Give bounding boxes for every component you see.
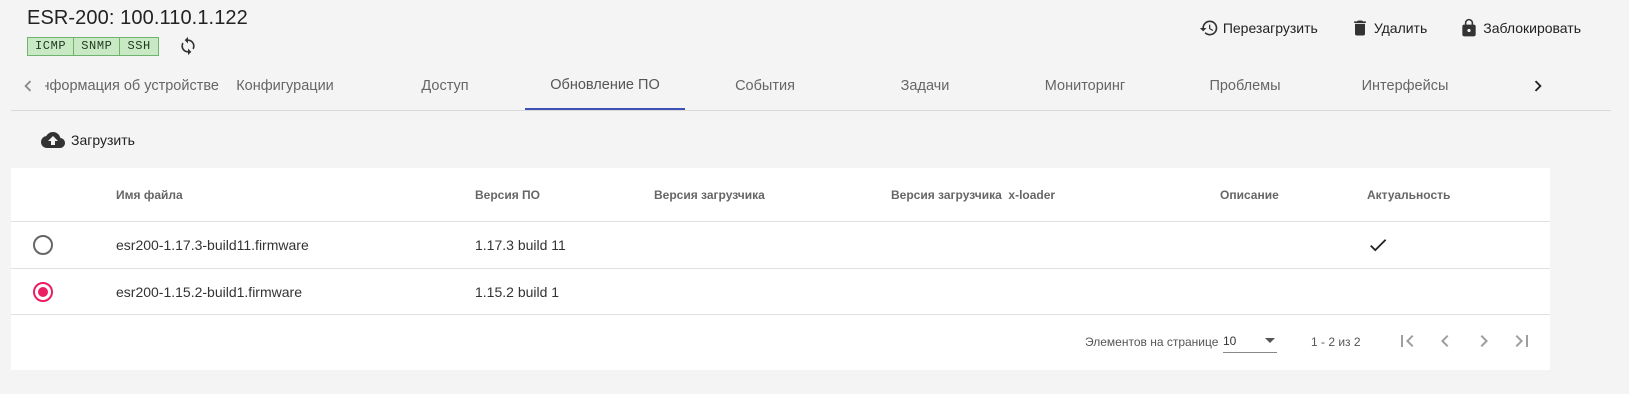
column-header-file[interactable]: Имя файла	[116, 168, 183, 221]
cell-file: esr200-1.15.2-build1.firmware	[116, 283, 302, 300]
chevron-right-icon	[1480, 335, 1488, 347]
tab-access[interactable]: Доступ	[365, 62, 525, 110]
protocol-badge-snmp: SNMP	[74, 38, 121, 55]
first-page-icon	[1401, 335, 1414, 347]
row-select-cell	[33, 222, 53, 268]
next-page-button[interactable]	[1472, 329, 1496, 353]
chevron-left-icon	[24, 80, 32, 92]
upload-button[interactable]: Загрузить	[41, 128, 135, 152]
tab-scroll-right-button[interactable]	[1516, 62, 1560, 110]
protocol-badge-ssh: SSH	[127, 39, 151, 53]
table-header: Имя файла Версия ПО Версия загрузчика Ве…	[11, 168, 1550, 222]
lock-label: Заблокировать	[1483, 20, 1581, 36]
tab-tasks[interactable]: Задачи	[845, 62, 1005, 110]
table-row[interactable]: esr200-1.17.3-build11.firmware 1.17.3 bu…	[11, 222, 1550, 269]
upload-label: Загрузить	[71, 132, 135, 148]
cell-actual	[1367, 222, 1389, 268]
firmware-table: Имя файла Версия ПО Версия загрузчика Ве…	[11, 168, 1550, 370]
tab-list: Информация об устройстве Конфигурации До…	[45, 62, 1516, 110]
row-radio-selected[interactable]	[33, 281, 53, 302]
row-select-cell	[33, 269, 53, 314]
lock-icon	[1462, 18, 1476, 37]
tab-problems[interactable]: Проблемы	[1165, 62, 1325, 110]
column-header-actual[interactable]: Актуальность	[1367, 168, 1450, 221]
items-per-page-label: Элементов на странице	[1085, 335, 1219, 349]
paginator: Элементов на странице 10 1 - 2 из 2	[11, 315, 1550, 370]
column-header-version[interactable]: Версия ПО	[475, 168, 540, 221]
restart-icon	[1199, 20, 1218, 36]
tab-device-info[interactable]: Информация об устройстве	[45, 62, 219, 110]
chevron-right-icon	[1534, 80, 1542, 92]
items-per-page-select[interactable]: 10	[1223, 329, 1277, 353]
chevron-left-icon	[1441, 335, 1449, 347]
tab-scroll-left-button[interactable]	[11, 62, 45, 110]
last-page-icon	[1515, 335, 1528, 347]
protocol-badges: ICMP SNMP SSH	[27, 37, 159, 56]
device-title: ESR-200: 100.110.1.122	[27, 7, 248, 29]
page-range-label: 1 - 2 из 2	[1311, 335, 1361, 349]
cell-version: 1.17.3 build 11	[475, 237, 566, 253]
lock-button[interactable]: Заблокировать	[1459, 18, 1581, 38]
delete-button[interactable]: Удалить	[1350, 18, 1427, 38]
reboot-label: Перезагрузить	[1222, 20, 1318, 36]
column-header-xloader[interactable]: Версия загрузчика x-loader	[891, 168, 1055, 221]
tab-bar: Информация об устройстве Конфигурации До…	[11, 62, 1611, 111]
first-page-button[interactable]	[1395, 329, 1419, 353]
delete-label: Удалить	[1373, 20, 1428, 36]
trash-icon	[1353, 20, 1366, 36]
last-page-button[interactable]	[1510, 329, 1534, 353]
items-per-page-value: 10	[1223, 334, 1237, 348]
cell-file: esr200-1.17.3-build11.firmware	[116, 237, 309, 253]
check-icon	[1370, 239, 1387, 252]
protocol-badge-icmp: ICMP	[28, 38, 75, 55]
firmware-toolbar: Загрузить	[11, 111, 1550, 168]
row-radio[interactable]	[33, 235, 53, 255]
column-header-bootloader[interactable]: Версия загрузчика	[654, 168, 765, 221]
tab-interfaces[interactable]: Интерфейсы	[1325, 62, 1485, 110]
tab-monitoring[interactable]: Мониторинг	[1005, 62, 1165, 110]
column-header-description[interactable]: Описание	[1220, 168, 1279, 221]
table-row[interactable]: esr200-1.15.2-build1.firmware 1.15.2 bui…	[11, 269, 1550, 315]
tab-events[interactable]: События	[685, 62, 845, 110]
device-header: ESR-200: 100.110.1.122 ICMP SNMP SSH Пер…	[0, 0, 1629, 62]
tab-firmware-update[interactable]: Обновление ПО	[525, 62, 685, 110]
reboot-button[interactable]: Перезагрузить	[1199, 18, 1318, 38]
tab-configurations[interactable]: Конфигурации	[205, 62, 365, 110]
cloud-upload-icon	[41, 132, 65, 148]
caret-down-icon	[1265, 338, 1275, 343]
device-actions: Перезагрузить Удалить Заблокировать	[1167, 18, 1581, 38]
previous-page-button[interactable]	[1433, 329, 1457, 353]
refresh-icon[interactable]	[178, 36, 198, 56]
cell-version: 1.15.2 build 1	[475, 283, 560, 300]
